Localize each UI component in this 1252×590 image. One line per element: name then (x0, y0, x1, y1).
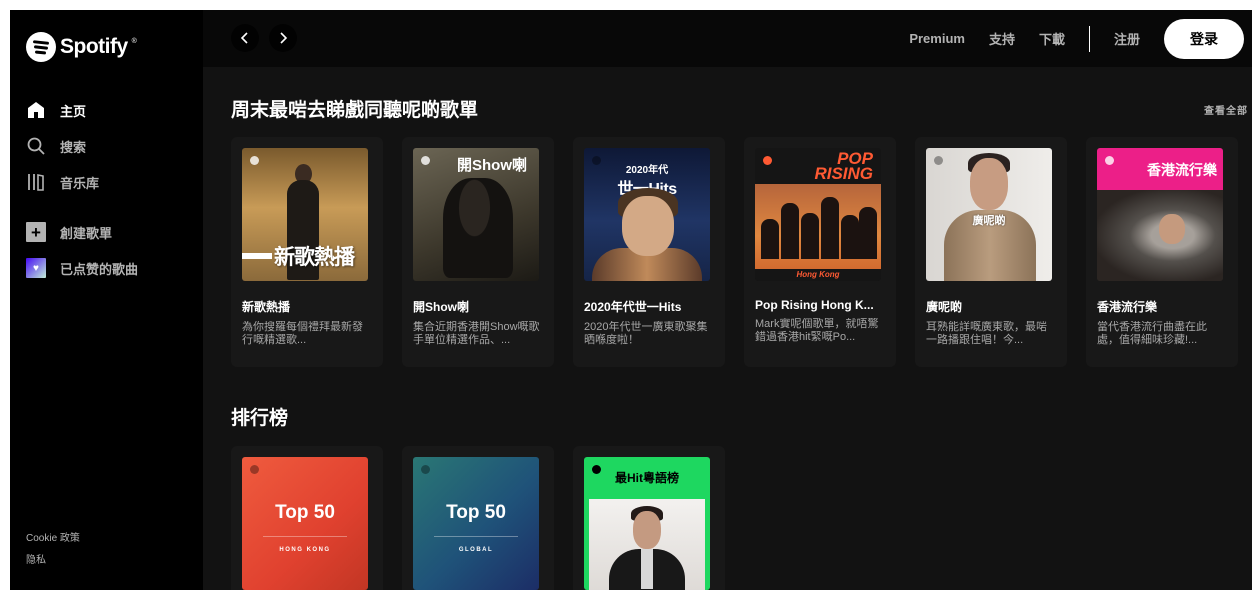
cover-text: 開Show喇 (457, 157, 527, 174)
back-button[interactable] (231, 24, 259, 52)
create-playlist-button[interactable]: + 創建歌單 (26, 214, 138, 250)
spotify-badge-icon (421, 156, 430, 165)
playlist-card[interactable]: 廣呢啲 廣呢啲 耳熟能詳嘅廣東歌，最啱一路播跟住唱！今... (915, 137, 1067, 367)
spotify-logo[interactable]: Spotify ® (26, 32, 137, 62)
chart-card[interactable]: 最Hit粵語榜 (573, 446, 725, 590)
chart-cover: 最Hit粵語榜 (584, 457, 710, 590)
cover-text: RISING (814, 164, 873, 183)
playlist-cover: 香港流行樂 (1097, 148, 1223, 281)
chart-cover: Top 50 GLOBAL (413, 457, 539, 590)
cover-text: 新歌熱播 (274, 246, 355, 269)
playlist-card[interactable]: 2020年代 世一Hits 2020年代世一Hits 2020年代世一廣東歌聚集… (573, 137, 725, 367)
download-link[interactable]: 下載 (1039, 29, 1065, 48)
main-nav: 主页 搜索 音乐库 (26, 92, 99, 200)
playlist-cover: 開Show喇 (413, 148, 539, 281)
cover-text: Top 50 (275, 502, 335, 523)
spotify-logo-icon (26, 32, 56, 62)
nav-search-label: 搜索 (60, 139, 87, 155)
cover-text: 廣呢啲 (972, 215, 1006, 227)
heart-icon: ♥ (26, 258, 46, 278)
section-title-charts[interactable]: 排行榜 (231, 403, 288, 430)
app-window: Spotify ® 主页 搜索 音乐库 + 創建歌單 ♥ 已点赞的歌曲 Cook… (10, 10, 1252, 590)
playlist-title: Pop Rising Hong K... (755, 298, 874, 312)
spotify-wordmark: Spotify (60, 35, 128, 58)
chart-card[interactable]: Top 50 GLOBAL (402, 446, 554, 590)
nav-home[interactable]: 主页 (26, 92, 99, 128)
spotify-badge-icon (934, 156, 943, 165)
cover-text: HONG KONG (279, 547, 331, 553)
plus-icon: + (26, 222, 46, 242)
login-button[interactable]: 登录 (1164, 18, 1244, 59)
playlist-title: 新歌熱播 (242, 300, 291, 314)
spotify-badge-icon (250, 465, 259, 474)
nav-home-label: 主页 (60, 103, 87, 119)
nav-library-label: 音乐库 (60, 175, 100, 191)
nav-search[interactable]: 搜索 (26, 128, 99, 164)
playlist-description: 2020年代世一廣東歌聚集晒喺度啦！ (584, 321, 708, 346)
cover-text: GLOBAL (458, 547, 494, 553)
search-icon (26, 136, 46, 156)
create-playlist-label: 創建歌單 (60, 225, 113, 241)
liked-songs-button[interactable]: ♥ 已点赞的歌曲 (26, 250, 138, 286)
cover-text: 2020年代 (625, 165, 669, 176)
playlist-card[interactable]: 開Show喇 開Show喇 集合近期香港開Show嘅歌手單位精選作品、... (402, 137, 554, 367)
playlist-description: 為你搜羅每個禮拜最新發行嘅精選歌... (242, 321, 363, 346)
playlist-card[interactable]: 香港流行樂 香港流行樂 當代香港流行曲盡在此處，值得細味珍藏!... (1086, 137, 1238, 367)
charts-row: Top 50 HONG KONG Top 50 GLOBAL 最Hit粵語榜 (231, 446, 725, 590)
playlist-cover: 2020年代 世一Hits (584, 148, 710, 281)
main-content: 周末最啱去睇戲同聽呢啲歌單 查看全部 新歌熱播 新歌熱播 為你搜羅每個禮拜最新發… (203, 67, 1252, 590)
chart-cover: Top 50 HONG KONG (242, 457, 368, 590)
spotify-badge-icon (1105, 156, 1114, 165)
playlist-description: 耳熟能詳嘅廣東歌，最啱一路播跟住唱！今... (926, 321, 1047, 346)
support-link[interactable]: 支持 (989, 29, 1015, 48)
top-divider (1088, 25, 1090, 52)
playlist-cover: 新歌熱播 (242, 148, 368, 281)
trademark-symbol: ® (131, 38, 137, 45)
cover-text: Top 50 (446, 502, 506, 523)
see-all-link[interactable]: 查看全部 (1204, 102, 1248, 117)
playlist-title: 香港流行樂 (1097, 300, 1158, 314)
forward-button[interactable] (269, 24, 297, 52)
premium-link[interactable]: Premium (909, 31, 965, 46)
playlist-card[interactable]: POP RISING Hong Kong Pop Rising Hong K..… (744, 137, 896, 367)
playlist-title: 廣呢啲 (926, 300, 963, 314)
sidebar-actions: + 創建歌單 ♥ 已点赞的歌曲 (26, 214, 138, 286)
playlist-description: Mark實呢個歌單，就唔驚錯過香港hit緊嘅Po... (755, 318, 879, 343)
cover-text: 最Hit粵語榜 (615, 471, 679, 485)
playlist-cover: POP RISING Hong Kong (755, 148, 881, 281)
sidebar: Spotify ® 主页 搜索 音乐库 + 創建歌單 ♥ 已点赞的歌曲 Cook… (10, 10, 203, 590)
cover-text: 香港流行樂 (1147, 162, 1217, 178)
playlist-title: 2020年代世一Hits (584, 300, 682, 314)
section-title-playlists[interactable]: 周末最啱去睇戲同聽呢啲歌單 (231, 95, 478, 122)
nav-library[interactable]: 音乐库 (26, 164, 99, 200)
cover-text: Hong Kong (755, 269, 881, 281)
chevron-left-icon (240, 32, 248, 44)
liked-songs-label: 已点赞的歌曲 (60, 261, 139, 277)
playlist-card[interactable]: 新歌熱播 新歌熱播 為你搜羅每個禮拜最新發行嘅精選歌... (231, 137, 383, 367)
library-icon (26, 172, 46, 192)
spotify-badge-icon (763, 156, 772, 165)
chevron-right-icon (280, 32, 288, 44)
spotify-badge-icon (421, 465, 430, 474)
top-links: Premium 支持 下載 注册 登录 (909, 10, 1252, 67)
playlist-description: 集合近期香港開Show嘅歌手單位精選作品、... (413, 321, 540, 346)
playlist-row: 新歌熱播 新歌熱播 為你搜羅每個禮拜最新發行嘅精選歌... 開Show喇 開Sh… (231, 137, 1238, 367)
playlist-cover: 廣呢啲 (926, 148, 1052, 281)
home-icon (26, 100, 46, 120)
signup-button[interactable]: 注册 (1114, 29, 1140, 48)
top-bar: Premium 支持 下載 注册 登录 (203, 10, 1252, 67)
playlist-title: 開Show喇 (413, 300, 469, 314)
chart-card[interactable]: Top 50 HONG KONG (231, 446, 383, 590)
playlist-description: 當代香港流行曲盡在此處，值得細味珍藏!... (1097, 321, 1207, 346)
spotify-badge-icon (250, 156, 259, 165)
privacy-link[interactable]: 隐私 (26, 550, 80, 572)
cookie-policy-link[interactable]: Cookie 政策 (26, 528, 80, 550)
legal-links: Cookie 政策 隐私 (26, 528, 80, 572)
